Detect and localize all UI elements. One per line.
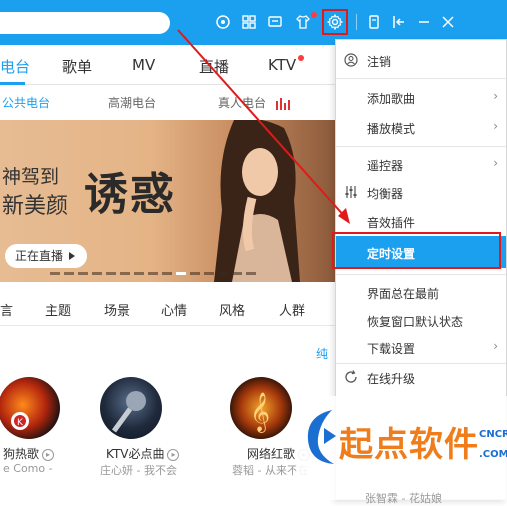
card-subtitle-partial: 张智霖 - 花姑娘 [365, 492, 442, 505]
watermark-cn: CNCRK [479, 429, 507, 440]
watermark-logo: 起点软件 CNCRK .COM [296, 396, 507, 500]
watermark-com: .COM [479, 449, 507, 460]
watermark-text: 起点软件 [339, 425, 479, 465]
watermark-swirl-icon [307, 410, 336, 464]
